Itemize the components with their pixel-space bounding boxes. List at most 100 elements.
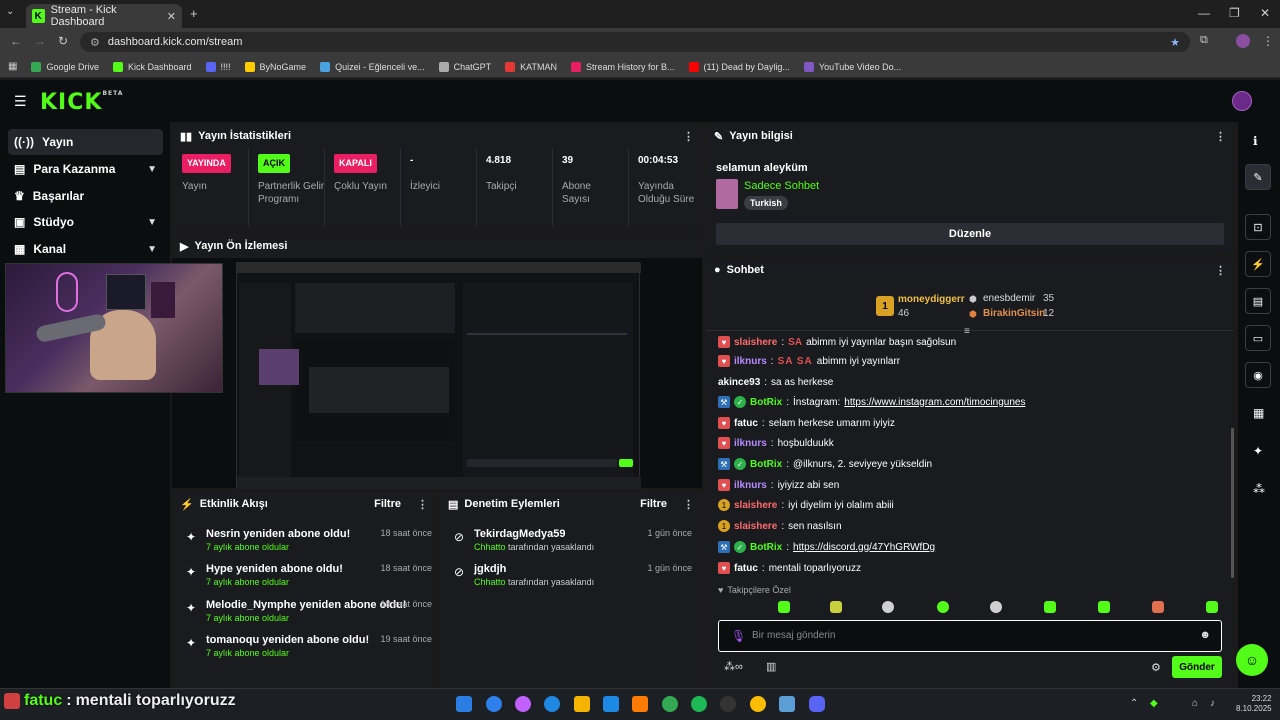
new-tab-icon[interactable]: + [190, 6, 198, 21]
send-button[interactable]: Gönder [1172, 656, 1222, 678]
chat-username[interactable]: slaishere [734, 337, 777, 348]
sidebar-item-kanal[interactable]: ▦ Kanal ▼ [8, 236, 163, 262]
volume-icon[interactable]: ♪ [1210, 698, 1215, 709]
tray-app-icon[interactable]: ◆ [1150, 698, 1158, 709]
leader-name[interactable]: enesbdemir [983, 293, 1035, 304]
chrome-active-icon[interactable] [750, 696, 766, 712]
bookmark-star-icon[interactable]: ★ [1170, 36, 1180, 49]
browser-menu-icon[interactable]: ⋮ [1262, 34, 1274, 48]
layers-icon[interactable]: ▦ [1253, 406, 1264, 420]
filter-button[interactable]: Filtre [374, 498, 401, 510]
system-clock[interactable]: 23:22 8.10.2025 [1236, 694, 1272, 714]
apps-icon[interactable]: ⁂ [1253, 482, 1265, 496]
emote-icon[interactable] [1044, 601, 1056, 613]
points-icon[interactable]: ⁂∞ [724, 660, 743, 673]
extensions-icon[interactable]: ⧉ [1200, 34, 1208, 47]
windows-start-icon[interactable] [456, 696, 472, 712]
profile-avatar[interactable] [1236, 34, 1250, 48]
sidebar-item-para-kazanma[interactable]: ▤ Para Kazanma ▼ [8, 156, 163, 182]
file-explorer-icon[interactable] [574, 696, 590, 712]
bookmark-item[interactable]: Quizei - Eğlenceli ve... [320, 61, 425, 72]
more-options-icon[interactable]: ⋮ [417, 498, 428, 511]
chat-link[interactable]: https://www.instagram.com/timocingunes [844, 397, 1025, 408]
taskbar-app-icon[interactable] [779, 696, 795, 712]
bookmark-item[interactable]: Stream History for B... [570, 61, 675, 72]
network-icon[interactable]: ⌂ [1192, 698, 1198, 709]
emote-icon[interactable] [882, 601, 894, 613]
forward-icon[interactable]: → [34, 34, 46, 48]
more-options-icon[interactable]: ⋮ [683, 130, 694, 143]
site-info-icon[interactable]: ⚙ [90, 36, 100, 49]
tag-badge[interactable]: Turkish [744, 196, 788, 210]
bookmark-item[interactable]: Google Drive [31, 61, 99, 72]
more-options-icon[interactable]: ⋮ [1215, 264, 1226, 277]
tray-chevron-icon[interactable]: ⌃ [1130, 698, 1138, 709]
help-chat-button[interactable]: ☺ [1236, 644, 1268, 676]
close-window-icon[interactable]: ✕ [1260, 6, 1270, 20]
store-icon[interactable]: ▥ [766, 660, 776, 673]
bookmark-item[interactable]: ChatGPT [438, 61, 491, 72]
obs-icon[interactable] [720, 696, 736, 712]
preview-video[interactable] [236, 262, 641, 489]
apps-grid-icon[interactable]: ▦ [8, 61, 17, 72]
screen-capture-icon[interactable]: ⊡ [1245, 214, 1271, 240]
kick-logo[interactable]: KICKBETA [40, 90, 123, 115]
taskbar-app-icon[interactable] [603, 696, 619, 712]
bookmark-item[interactable]: KATMAN [505, 61, 557, 72]
emote-icon[interactable] [778, 601, 790, 613]
emote-icon[interactable] [1098, 601, 1110, 613]
chat-icon[interactable]: ▭ [1245, 325, 1271, 351]
more-options-icon[interactable]: ⋮ [1215, 130, 1226, 143]
reload-icon[interactable]: ↻ [58, 34, 68, 48]
chat-username[interactable]: slaishere [734, 521, 777, 532]
leader-name[interactable]: moneydiggerr [898, 294, 965, 305]
back-icon[interactable]: ← [10, 34, 22, 48]
bookmark-item[interactable]: ByNoGame [244, 61, 306, 72]
maximize-icon[interactable]: ❐ [1229, 6, 1240, 20]
chat-username[interactable]: ilknurs [734, 356, 767, 367]
spotify-icon[interactable] [691, 696, 707, 712]
chat-username[interactable]: fatuc [734, 418, 758, 429]
bookmark-item[interactable]: (11) Dead by Daylig... [688, 61, 790, 72]
close-tab-icon[interactable]: ✕ [167, 10, 176, 23]
edit-layout-icon[interactable]: ✎ [1245, 164, 1271, 190]
emote-icon[interactable] [830, 601, 842, 613]
filter-button[interactable]: Filtre [640, 498, 667, 510]
sidebar-item-basarilar[interactable]: ♛ Başarılar [8, 183, 163, 209]
emote-icon[interactable] [990, 601, 1002, 613]
edge-icon[interactable] [544, 696, 560, 712]
more-options-icon[interactable]: ⋮ [683, 498, 694, 511]
broadcast-rail-icon[interactable]: ◉ [1245, 362, 1271, 388]
bookmark-item[interactable]: Kick Dashboard [112, 61, 192, 72]
chat-input[interactable]: 🎙 Bir mesaj gönderin ☻ [718, 620, 1222, 652]
leader-name[interactable]: BirakinGitsin [983, 308, 1045, 319]
taskbar-app-icon[interactable] [486, 696, 502, 712]
emoji-picker-icon[interactable]: ☻ [1199, 629, 1211, 641]
browser-tab[interactable]: K Stream - Kick Dashboard ✕ [26, 4, 182, 28]
chat-link[interactable]: https://discord.gg/47YhGRWfDg [793, 542, 935, 553]
chrome-icon[interactable] [662, 696, 678, 712]
url-field[interactable]: ⚙ dashboard.kick.com/stream ★ [80, 32, 1190, 52]
category-link[interactable]: Sadece Sohbet [744, 180, 819, 192]
info-icon[interactable]: ℹ [1253, 134, 1258, 148]
tab-list-icon[interactable]: ⌄ [6, 6, 14, 17]
chat-username[interactable]: BotRix [750, 542, 782, 553]
emote-icon[interactable] [937, 601, 949, 613]
discord-icon[interactable] [809, 696, 825, 712]
bookmark-item[interactable]: YouTube Video Do... [803, 61, 901, 72]
edit-button[interactable]: Düzenle [716, 223, 1224, 245]
collapse-leaderboard-icon[interactable]: ≡ [964, 326, 970, 337]
wrench-icon[interactable]: ✦ [1253, 444, 1263, 458]
document-icon[interactable]: ▤ [1245, 288, 1271, 314]
minimize-icon[interactable]: — [1198, 6, 1210, 20]
lightning-icon[interactable]: ⚡ [1245, 251, 1271, 277]
taskbar-app-icon[interactable] [515, 696, 531, 712]
chat-username[interactable]: fatuc [734, 563, 758, 574]
chat-username[interactable]: BotRix [750, 459, 782, 470]
chat-username[interactable]: ilknurs [734, 438, 767, 449]
hamburger-menu-icon[interactable]: ☰ [14, 93, 27, 110]
microphone-icon[interactable]: 🎙 [731, 629, 746, 643]
emote-icon[interactable] [1152, 601, 1164, 613]
chat-scrollbar[interactable] [1231, 428, 1234, 578]
chat-settings-gear-icon[interactable]: ⚙ [1151, 661, 1161, 674]
